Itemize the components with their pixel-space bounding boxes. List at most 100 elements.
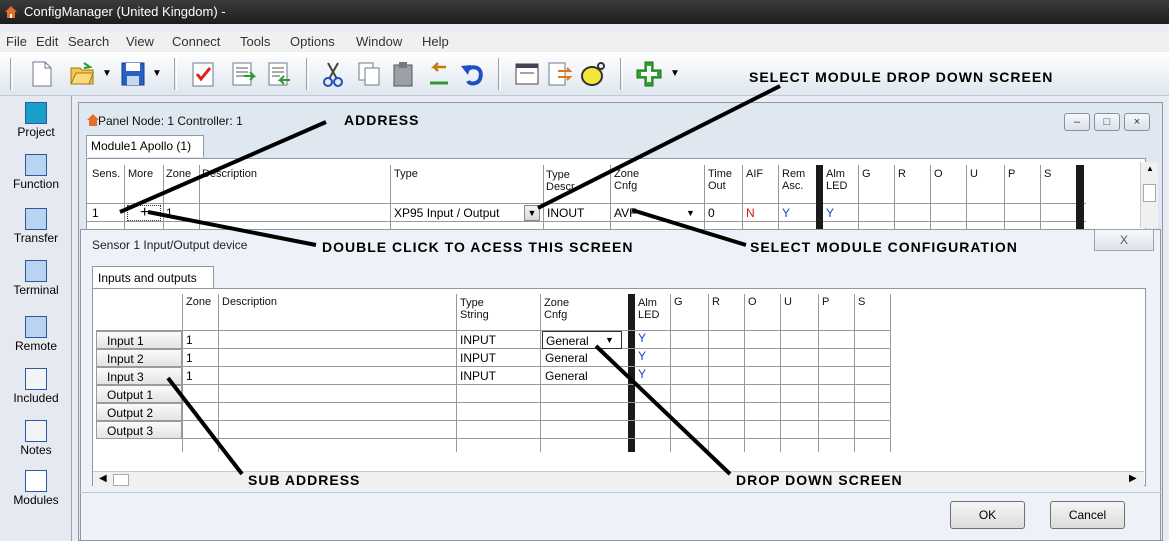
input-2-cnfg[interactable]: General: [545, 351, 588, 365]
function-icon: [25, 154, 47, 176]
input-1-type: INPUT: [460, 333, 496, 347]
dialog-close-button[interactable]: X: [1094, 229, 1154, 251]
col-header-o: O: [748, 296, 757, 308]
input-2-type: INPUT: [460, 351, 496, 365]
sidebar-item-terminal[interactable]: Terminal: [0, 260, 72, 297]
row-rem-asc[interactable]: Y: [782, 206, 790, 220]
dialog-divider: [80, 492, 1161, 493]
new-doc-icon[interactable]: [26, 59, 56, 89]
col-header-description: Description: [202, 168, 258, 180]
sidebar-item-transfer[interactable]: Transfer: [0, 208, 72, 245]
col-header-type-descr-1: Type: [546, 169, 570, 181]
tab-inputs-outputs[interactable]: Inputs and outputs: [92, 266, 214, 288]
close-panel-button[interactable]: ×: [1124, 113, 1150, 131]
zone-cnfg-select[interactable]: General ▼: [542, 331, 622, 349]
add-dropdown-arrow-icon[interactable]: ▼: [670, 68, 680, 79]
vertical-scrollbar[interactable]: ▲: [1140, 162, 1158, 228]
minimize-button[interactable]: –: [1064, 113, 1090, 131]
row-zone[interactable]: 1: [166, 206, 173, 220]
paste-icon[interactable]: [388, 59, 418, 89]
col-header-r: R: [712, 296, 720, 308]
scroll-thumb[interactable]: [113, 474, 129, 486]
menu-view[interactable]: View: [126, 34, 154, 49]
menu-window[interactable]: Window: [356, 34, 402, 49]
row-time-out[interactable]: 0: [708, 206, 715, 220]
scroll-right-arrow-icon[interactable]: ▶: [1129, 473, 1137, 484]
scroll-left-arrow-icon[interactable]: ◀: [99, 473, 107, 484]
input-1-zone[interactable]: 1: [186, 333, 193, 347]
input-3-cnfg[interactable]: General: [545, 369, 588, 383]
export-icon[interactable]: [228, 59, 258, 89]
input-3-led[interactable]: Y: [638, 367, 646, 381]
maximize-button[interactable]: □: [1094, 113, 1120, 131]
sidebar-item-label: Terminal: [13, 283, 59, 297]
back-icon[interactable]: [424, 59, 454, 89]
transfer-icon[interactable]: [544, 59, 574, 89]
cut-icon[interactable]: [318, 59, 348, 89]
mask-icon[interactable]: [578, 59, 608, 89]
menu-search[interactable]: Search: [68, 34, 109, 49]
copy-icon[interactable]: [354, 59, 384, 89]
chevron-down-icon[interactable]: ▼: [605, 335, 614, 345]
panel-icon[interactable]: [512, 59, 542, 89]
zone-cnfg-dropdown-arrow-icon[interactable]: ▼: [686, 208, 695, 218]
menu-edit[interactable]: Edit: [36, 34, 58, 49]
dialog-title: Sensor 1 Input/Output device: [92, 238, 248, 252]
scroll-thumb[interactable]: [1143, 184, 1156, 202]
check-icon[interactable]: [188, 59, 218, 89]
grid-line: [96, 402, 891, 403]
menu-tools[interactable]: Tools: [240, 34, 270, 49]
sidebar-item-modules[interactable]: Modules: [0, 470, 72, 507]
more-plus-icon[interactable]: +: [140, 204, 149, 222]
menu-connect[interactable]: Connect: [172, 34, 220, 49]
cancel-button[interactable]: Cancel: [1050, 501, 1125, 529]
input-3-zone[interactable]: 1: [186, 369, 193, 383]
grid-line: [854, 294, 855, 452]
open-dropdown-arrow-icon[interactable]: ▼: [102, 68, 112, 79]
row-header-output-3[interactable]: Output 3: [96, 421, 182, 439]
row-header-input-2[interactable]: Input 2: [96, 349, 182, 367]
menu-file[interactable]: File: [6, 34, 27, 49]
row-header-output-1[interactable]: Output 1: [96, 385, 182, 403]
sidebar-item-included[interactable]: Included: [0, 368, 72, 405]
input-2-led[interactable]: Y: [638, 349, 646, 363]
tab-module1[interactable]: Module1 Apollo (1): [86, 135, 204, 157]
grid-line: [670, 294, 671, 452]
sidebar-item-function[interactable]: Function: [0, 154, 72, 191]
sidebar-item-notes[interactable]: Notes: [0, 420, 72, 457]
col-header-u: U: [784, 296, 792, 308]
row-alm-led[interactable]: Y: [826, 206, 834, 220]
grid-line: [966, 165, 967, 229]
col-header-zone-cnfg-2: Cnfg: [614, 180, 638, 192]
add-icon[interactable]: [634, 59, 664, 89]
input-2-zone[interactable]: 1: [186, 351, 193, 365]
row-zone-cnfg[interactable]: AVF: [614, 206, 636, 220]
col-header-zone: Zone: [166, 168, 192, 180]
menu-help[interactable]: Help: [422, 34, 449, 49]
row-header-input-3[interactable]: Input 3: [96, 367, 182, 385]
col-header-alm-led-1: Alm: [638, 297, 657, 309]
sidebar-item-label: Modules: [13, 493, 59, 507]
sidebar-item-remote[interactable]: Remote: [0, 316, 72, 353]
ok-button[interactable]: OK: [950, 501, 1025, 529]
grid-line: [96, 384, 891, 385]
open-folder-icon[interactable]: [68, 59, 98, 89]
type-dropdown-button[interactable]: ▼: [524, 205, 540, 221]
scroll-up-arrow-icon[interactable]: ▲: [1146, 164, 1154, 173]
col-header-g: G: [674, 296, 683, 308]
grid-line: [96, 348, 891, 349]
row-aif[interactable]: N: [746, 206, 755, 220]
menu-options[interactable]: Options: [290, 34, 335, 49]
row-type[interactable]: XP95 Input / Output: [394, 206, 499, 220]
input-1-led[interactable]: Y: [638, 331, 646, 345]
row-header-output-2[interactable]: Output 2: [96, 403, 182, 421]
grid-line: [818, 294, 819, 452]
row-header-input-1[interactable]: Input 1: [96, 331, 182, 349]
more-cell[interactable]: +: [127, 204, 161, 222]
save-icon[interactable]: [118, 59, 148, 89]
undo-icon[interactable]: [458, 59, 488, 89]
sidebar-item-project[interactable]: Project: [0, 102, 72, 139]
import-icon[interactable]: [264, 59, 294, 89]
row-sens[interactable]: 1: [92, 206, 99, 220]
save-dropdown-arrow-icon[interactable]: ▼: [152, 68, 162, 79]
